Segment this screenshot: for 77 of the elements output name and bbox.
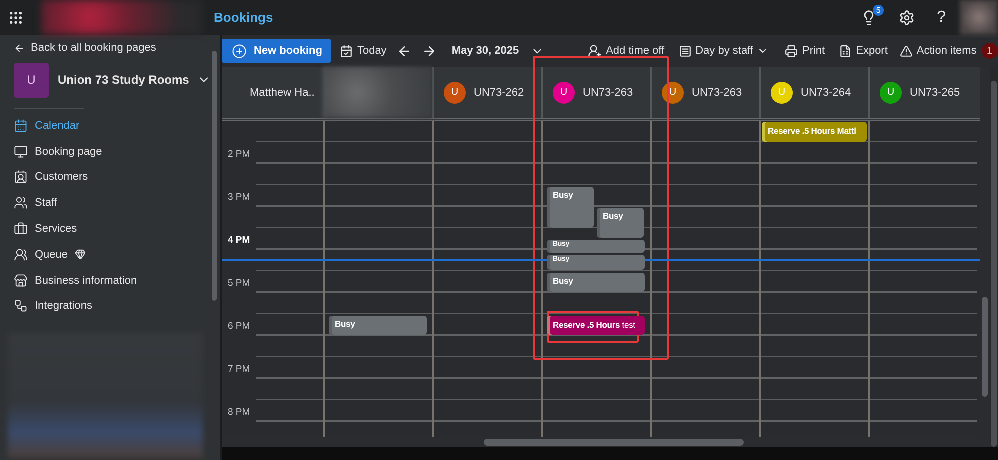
action-items-button[interactable]: Action items	[900, 44, 977, 58]
nav-item[interactable]: Services	[14, 216, 211, 242]
event-title: Busy	[335, 320, 356, 329]
time-label: 7 PM	[228, 364, 250, 374]
time-label: 4 PM	[228, 234, 250, 246]
next-arrow-icon[interactable]	[422, 44, 437, 58]
time-label: 8 PM	[228, 406, 250, 418]
contact-card-icon	[14, 170, 28, 184]
time-label: 6 PM	[228, 320, 250, 332]
calendar-icon	[14, 118, 28, 133]
spreadsheet-icon	[839, 44, 852, 58]
event-title: Reserve .5 Hours test	[553, 320, 636, 330]
user-avatar[interactable]	[960, 0, 998, 35]
app-title: Bookings	[214, 10, 274, 25]
staff-name: UN73-262	[474, 86, 524, 98]
calendar-view-icon	[678, 44, 692, 58]
previous-arrow-icon[interactable]	[396, 44, 412, 58]
business-name: Union 73 Study Rooms	[58, 73, 190, 87]
connection-icon	[14, 299, 28, 314]
staff-name: UN73-263	[692, 86, 742, 98]
storefront-icon	[14, 274, 28, 288]
warning-icon	[900, 44, 913, 58]
date-label: May 30, 2025	[452, 45, 520, 57]
staff-avatar: U	[662, 82, 684, 104]
event-block[interactable]: Busy	[547, 186, 594, 228]
staff-avatar: U	[771, 82, 793, 104]
nav-item[interactable]: Booking page	[14, 138, 211, 165]
scroll-thumb[interactable]	[484, 438, 744, 446]
nav-item[interactable]: Staff	[14, 190, 211, 216]
scroll-thumb[interactable]	[991, 81, 997, 447]
new-booking-button[interactable]: New booking	[222, 39, 332, 63]
staff-avatar: U	[880, 82, 902, 104]
staff-name: Matthew Ha..	[250, 86, 315, 98]
scroll-thumb[interactable]	[212, 51, 217, 301]
event-block[interactable]: Reserve .5 Hours test	[547, 316, 645, 335]
event-title: Busy	[603, 212, 624, 222]
arrow-left-icon	[14, 42, 25, 54]
staff-avatar: U	[444, 82, 466, 104]
people-icon	[14, 196, 28, 210]
calendar-icon	[340, 44, 354, 58]
event-title: Reserve .5 Hours Mattl	[768, 127, 856, 136]
monitor-icon	[14, 144, 28, 159]
group-icon	[14, 248, 28, 262]
plus-circle-icon	[232, 44, 247, 58]
event-title: Busy	[553, 276, 574, 286]
business-avatar: U	[14, 62, 49, 98]
staff-avatar: U	[553, 82, 575, 104]
notification-badge: 5	[873, 4, 884, 16]
event-block[interactable]: Busy	[597, 208, 644, 238]
nav-item[interactable]: Integrations	[14, 294, 211, 320]
staff-name: UN73-263	[583, 86, 634, 98]
settings-icon[interactable]	[899, 10, 916, 26]
printer-icon	[785, 44, 798, 58]
print-button[interactable]: Print	[785, 44, 826, 58]
event-title: Busy	[553, 190, 574, 200]
nav-item[interactable]: Calendar	[14, 113, 211, 139]
time-label: 5 PM	[228, 278, 250, 288]
time-label: 2 PM	[228, 148, 250, 160]
today-button[interactable]: Today	[340, 44, 387, 58]
back-link[interactable]: Back to all booking pages	[14, 41, 211, 55]
nav-item[interactable]: Customers	[14, 164, 211, 190]
event-block[interactable]: Busy	[329, 316, 427, 335]
staff-name: UN73-264	[801, 86, 852, 98]
time-label: 3 PM	[228, 192, 250, 202]
event-block[interactable]: Busy	[547, 272, 645, 292]
nav-item[interactable]: Business information	[14, 268, 211, 294]
scroll-thumb[interactable]	[982, 297, 988, 397]
view-dropdown[interactable]: Day by staff	[678, 44, 770, 58]
person-plus-icon	[588, 44, 602, 58]
staff-name: UN73-265	[910, 86, 960, 98]
briefcase-icon	[14, 222, 28, 236]
count-badge: 1	[982, 43, 998, 59]
help-button[interactable]: ?	[937, 8, 946, 26]
export-button[interactable]: Export	[839, 44, 888, 58]
app-launcher-icon[interactable]	[8, 10, 24, 26]
nav-item[interactable]: Queue	[14, 242, 211, 268]
add-time-off-button[interactable]: Add time off	[588, 44, 665, 58]
